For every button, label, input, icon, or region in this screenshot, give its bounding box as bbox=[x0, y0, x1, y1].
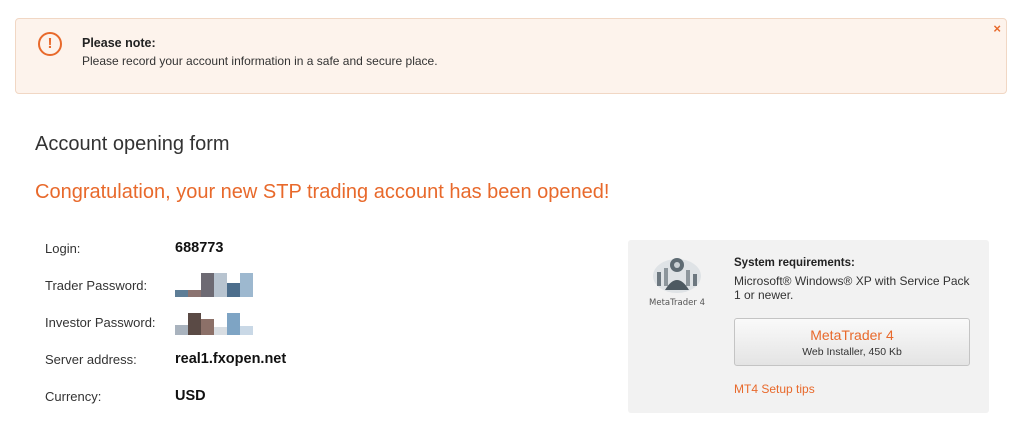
warning-icon: ! bbox=[38, 32, 62, 56]
currency-label: Currency: bbox=[45, 389, 102, 404]
notice-text: Please record your account information i… bbox=[82, 54, 438, 68]
download-button-title: MetaTrader 4 bbox=[810, 327, 894, 343]
investor-password-label: Investor Password: bbox=[45, 315, 156, 330]
server-value: real1.fxopen.net bbox=[175, 351, 287, 367]
metatrader-logo-icon bbox=[653, 258, 701, 293]
download-metatrader-button[interactable]: MetaTrader 4 Web Installer, 450 Kb bbox=[734, 318, 970, 366]
mt4-setup-tips-link[interactable]: MT4 Setup tips bbox=[734, 382, 815, 396]
requirements-text: Microsoft® Windows® XP with Service Pack… bbox=[734, 274, 970, 302]
login-label: Login: bbox=[45, 241, 81, 256]
trader-password-masked bbox=[175, 273, 255, 297]
system-requirements-panel: MetaTrader 4 System requirements: Micros… bbox=[628, 240, 989, 413]
server-label: Server address: bbox=[45, 352, 137, 367]
close-icon[interactable]: × bbox=[993, 21, 1001, 36]
investor-password-masked bbox=[175, 311, 255, 335]
currency-value: USD bbox=[175, 388, 206, 404]
metatrader-logo: MetaTrader 4 bbox=[644, 252, 710, 318]
trader-password-label: Trader Password: bbox=[45, 278, 148, 293]
login-value: 688773 bbox=[175, 240, 224, 256]
notice-title: Please note: bbox=[82, 36, 156, 50]
notice-banner: ! Please note: Please record your accoun… bbox=[15, 18, 1007, 94]
success-message: Congratulation, your new STP trading acc… bbox=[35, 181, 610, 203]
metatrader-logo-text: MetaTrader 4 bbox=[649, 298, 705, 308]
requirements-title: System requirements: bbox=[734, 257, 855, 269]
page-title: Account opening form bbox=[35, 133, 230, 155]
download-button-subtitle: Web Installer, 450 Kb bbox=[802, 346, 902, 358]
